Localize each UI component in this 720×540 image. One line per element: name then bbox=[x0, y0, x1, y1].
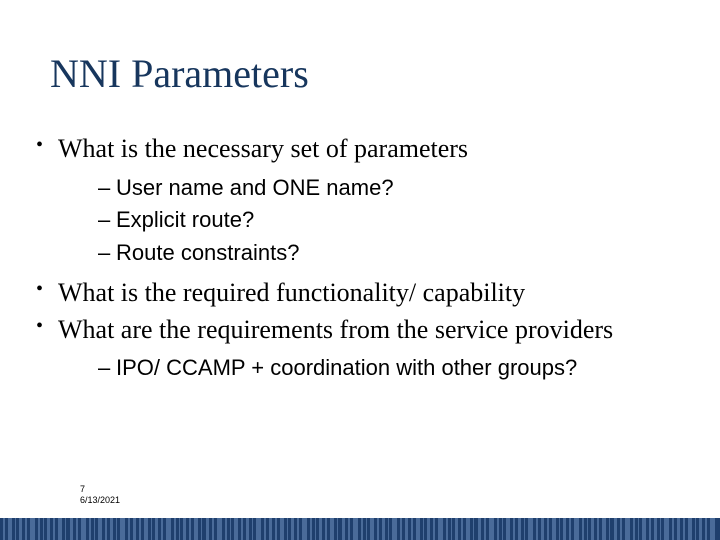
sub-bullet-item: Route constraints? bbox=[98, 239, 680, 268]
footer-date: 6/13/2021 bbox=[80, 495, 120, 506]
slide-title: NNI Parameters bbox=[50, 50, 720, 97]
bullet-text: What are the requirements from the servi… bbox=[58, 315, 613, 344]
bullet-item: What is the necessary set of parameters … bbox=[30, 133, 680, 267]
footer-meta: 7 6/13/2021 bbox=[80, 484, 120, 506]
sub-bullet-item: User name and ONE name? bbox=[98, 174, 680, 203]
slide-content: What is the necessary set of parameters … bbox=[30, 133, 680, 383]
page-number: 7 bbox=[80, 484, 120, 495]
bottom-bar-decoration bbox=[0, 518, 720, 540]
bullet-text: What is the required functionality/ capa… bbox=[58, 278, 525, 307]
bullet-text: What is the necessary set of parameters bbox=[58, 134, 468, 163]
bullet-item: What are the requirements from the servi… bbox=[30, 314, 680, 383]
bullet-list: What is the necessary set of parameters … bbox=[30, 133, 680, 383]
sub-bullet-item: IPO/ CCAMP + coordination with other gro… bbox=[98, 354, 680, 383]
sub-bullet-item: Explicit route? bbox=[98, 206, 680, 235]
sub-bullet-list: User name and ONE name? Explicit route? … bbox=[58, 174, 680, 268]
slide: NNI Parameters What is the necessary set… bbox=[0, 0, 720, 540]
bullet-item: What is the required functionality/ capa… bbox=[30, 277, 680, 310]
sub-bullet-list: IPO/ CCAMP + coordination with other gro… bbox=[58, 354, 680, 383]
